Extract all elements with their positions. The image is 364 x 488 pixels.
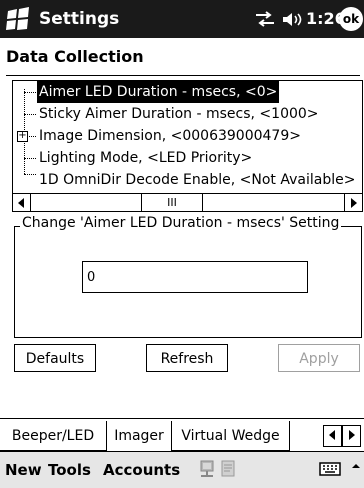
scroll-thumb[interactable]: III: [141, 194, 203, 211]
arrow-left-icon: [18, 198, 24, 208]
input-arrow-icon[interactable]: [351, 461, 361, 477]
defaults-button[interactable]: Defaults: [14, 344, 96, 372]
tree-item-label: Lighting Mode, <LED Priority>: [39, 150, 253, 166]
arrow-left-icon: [329, 430, 335, 440]
expand-icon[interactable]: +: [17, 131, 28, 142]
apply-button-label: Apply: [299, 351, 339, 367]
tab-scroll-left-button[interactable]: [323, 425, 342, 447]
scroll-left-button[interactable]: [13, 194, 31, 211]
window-title: Settings: [39, 9, 120, 29]
tab-virtual-wedge[interactable]: Virtual Wedge: [172, 421, 290, 451]
tree-item-label: Sticky Aimer Duration - msecs, <1000>: [39, 106, 319, 122]
tab-scroll-right-button[interactable]: [342, 425, 361, 447]
defaults-button-label: Defaults: [25, 351, 85, 367]
menu-tools[interactable]: Tools: [48, 461, 91, 479]
tree-item-label: Image Dimension, <000639000479>: [39, 128, 301, 144]
tree-item-label: 1D OmniDir Decode Enable, <Not Available…: [39, 172, 356, 188]
speaker-icon[interactable]: [281, 11, 307, 28]
divider: [6, 75, 360, 76]
tab-imager[interactable]: Imager: [107, 421, 172, 451]
tab-beeper-led[interactable]: Beeper/LED: [0, 421, 107, 451]
document-icon[interactable]: [220, 459, 238, 479]
apply-button[interactable]: Apply: [278, 344, 360, 372]
refresh-button[interactable]: Refresh: [146, 344, 228, 372]
menu-accounts[interactable]: Accounts: [103, 461, 180, 479]
title-bar: Settings 1:26 ok: [0, 0, 364, 38]
setting-group-legend: Change 'Aimer LED Duration - msecs' Sett…: [20, 215, 342, 231]
connectivity-icon[interactable]: [253, 11, 277, 27]
ok-button[interactable]: ok: [339, 7, 363, 31]
arrow-right-icon: [351, 198, 357, 208]
settings-tree[interactable]: Aimer LED Duration - msecs, <0> Sticky A…: [12, 80, 363, 195]
command-bar: New Tools Accounts: [0, 451, 364, 488]
network-icon[interactable]: [198, 459, 216, 479]
tab-strip-divider: [0, 418, 364, 419]
tree-item-label: Aimer LED Duration - msecs, <0>: [37, 81, 280, 103]
page-title: Data Collection: [6, 47, 144, 66]
menu-new[interactable]: New: [5, 461, 42, 479]
horizontal-scrollbar[interactable]: III: [12, 193, 363, 212]
setting-value-input[interactable]: 0: [82, 261, 308, 293]
scroll-right-button[interactable]: [344, 194, 362, 211]
refresh-button-label: Refresh: [160, 351, 214, 367]
arrow-right-icon: [349, 430, 355, 440]
windows-start-icon[interactable]: [5, 6, 32, 32]
keyboard-icon[interactable]: [319, 461, 341, 477]
